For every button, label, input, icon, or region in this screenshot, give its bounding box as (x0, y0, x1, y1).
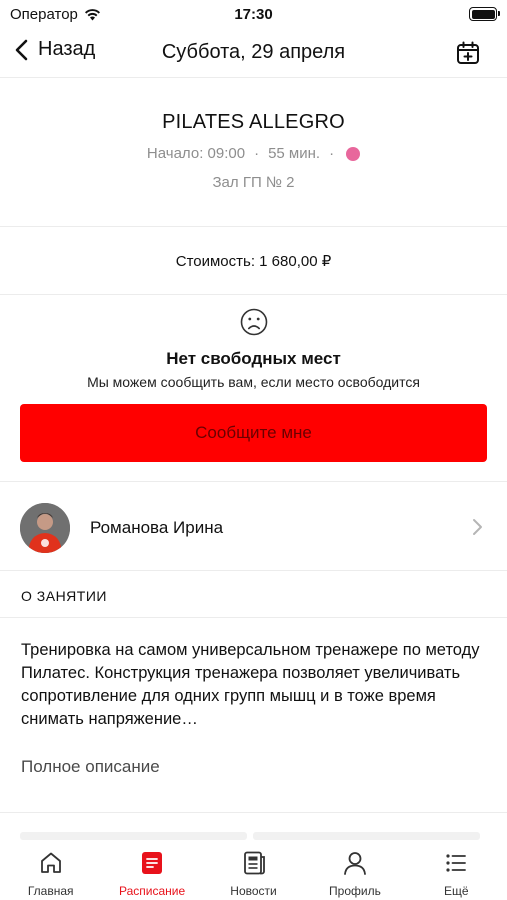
tab-schedule[interactable]: Расписание (101, 840, 202, 900)
class-header: PILATES ALLEGRO Начало: 09:00 · 55 мин. … (0, 79, 507, 227)
chevron-right-icon (473, 519, 482, 535)
peek-card (253, 832, 480, 840)
back-label: Назад (38, 38, 96, 60)
tab-profile[interactable]: Профиль (304, 840, 405, 900)
back-button[interactable]: Назад (14, 38, 95, 61)
sad-face-icon (240, 308, 268, 336)
tab-bar: Главная Расписание Новости Профиль Ещё (0, 840, 507, 900)
chevron-left-icon (15, 39, 28, 60)
trainer-name: Романова Ирина (90, 518, 224, 537)
tab-label: Новости (230, 884, 277, 898)
availability-section: Нет свободных мест Мы можем сообщить вам… (0, 296, 507, 482)
class-duration: 55 мин. (268, 145, 321, 162)
status-bar: Оператор 17:30 (0, 0, 507, 28)
notify-me-button[interactable]: Сообщите мне (20, 404, 487, 462)
tab-label: Главная (27, 884, 74, 898)
home-icon (40, 852, 61, 873)
full-description-link[interactable]: Полное описание (21, 757, 160, 777)
class-room: Зал ГП № 2 (212, 174, 295, 191)
calendar-add-icon[interactable] (455, 40, 481, 66)
tab-label: Расписание (119, 884, 186, 898)
tab-label: Профиль (329, 884, 381, 898)
class-start-time: Начало: 09:00 (146, 145, 246, 162)
battery-icon (469, 7, 500, 21)
profile-icon (344, 852, 366, 875)
tab-label: Ещё (444, 884, 469, 898)
class-title: PILATES ALLEGRO (162, 111, 345, 133)
more-icon (446, 854, 467, 872)
price-row: Стоимость: 1 680,00 ₽ (0, 228, 507, 295)
no-seats-title: Нет свободных мест (166, 349, 341, 368)
news-icon (243, 851, 265, 875)
meta-separator: · (254, 145, 260, 162)
tab-more[interactable]: Ещё (406, 840, 507, 900)
schedule-icon (142, 852, 163, 874)
next-content-peek (20, 832, 480, 840)
no-seats-subtitle: Мы можем сообщить вам, если место освобо… (87, 374, 420, 390)
trainer-avatar (20, 503, 70, 553)
price-label: Стоимость: 1 680,00 ₽ (175, 253, 332, 270)
trainer-row[interactable]: Романова Ирина (0, 483, 507, 571)
category-dot (346, 146, 361, 161)
peek-card (20, 832, 247, 840)
divider (0, 812, 507, 813)
class-description: Тренировка на самом универсальном тренаж… (21, 641, 480, 728)
tab-home[interactable]: Главная (0, 840, 101, 900)
about-section-header: О ЗАНЯТИИ (0, 572, 507, 618)
tab-news[interactable]: Новости (203, 840, 304, 900)
navigation-bar: Назад Суббота, 29 апреля (0, 28, 507, 78)
meta-separator: · (329, 145, 335, 162)
class-meta: Начало: 09:00 · 55 мин. · (0, 145, 507, 162)
status-time: 17:30 (234, 5, 273, 23)
